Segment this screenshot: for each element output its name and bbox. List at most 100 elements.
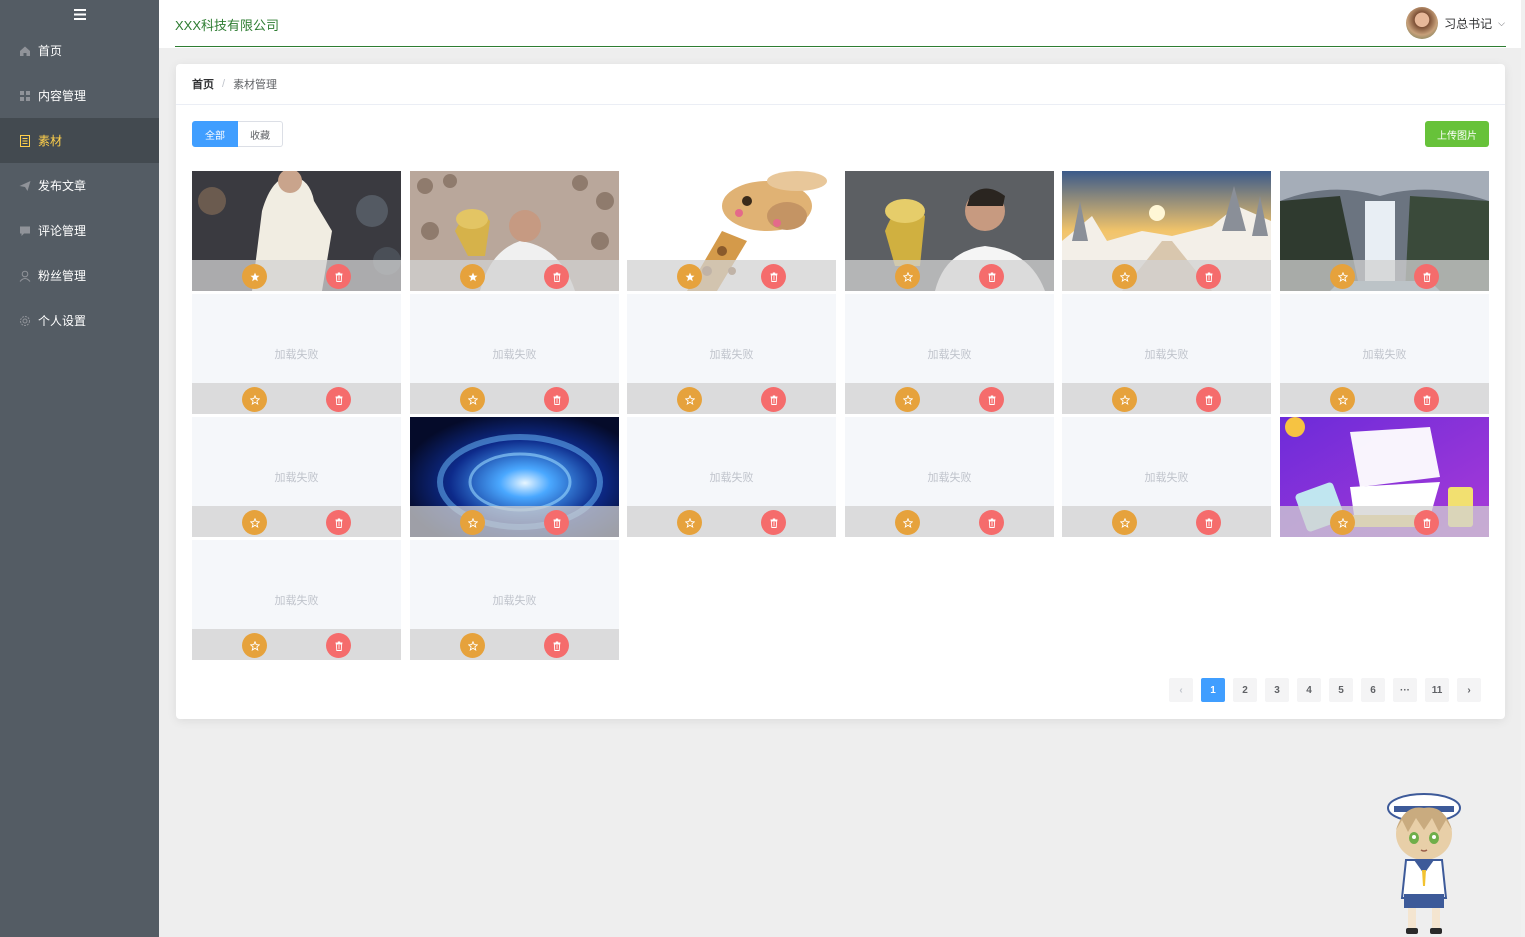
star-outline-icon[interactable] [1330, 510, 1355, 535]
send-icon [18, 179, 32, 193]
material-card-item [410, 171, 619, 291]
material-card-item [627, 171, 836, 291]
sidebar-item-2[interactable]: 素材 [0, 118, 159, 163]
star-filled-icon[interactable] [242, 264, 267, 289]
star-outline-icon[interactable] [677, 510, 702, 535]
prev-page-button[interactable]: ‹ [1169, 678, 1193, 702]
user-icon [18, 269, 32, 283]
setting-icon [18, 314, 32, 328]
delete-icon[interactable] [326, 510, 351, 535]
material-card-item: 加载失败 [192, 417, 401, 537]
material-actions-bar [410, 383, 619, 414]
delete-icon[interactable] [979, 387, 1004, 412]
delete-icon[interactable] [979, 264, 1004, 289]
star-outline-icon[interactable] [1112, 387, 1137, 412]
delete-icon[interactable] [544, 510, 569, 535]
page-number-button[interactable]: 5 [1329, 678, 1353, 702]
page-number-button[interactable]: 11 [1425, 678, 1449, 702]
delete-icon[interactable] [1196, 264, 1221, 289]
star-outline-icon[interactable] [242, 387, 267, 412]
delete-icon[interactable] [1196, 387, 1221, 412]
star-outline-icon[interactable] [1112, 264, 1137, 289]
page-number-button[interactable]: ··· [1393, 678, 1417, 702]
material-actions-bar [627, 383, 836, 414]
page-number-button[interactable]: 3 [1265, 678, 1289, 702]
material-actions-bar [1280, 260, 1489, 291]
page-scrollbar[interactable] [1521, 0, 1525, 937]
breadcrumb-home[interactable]: 首页 [192, 76, 214, 92]
sidebar-menu: 首页 内容管理 素材 发布文章评论管理粉丝管理 个人设置 [0, 28, 159, 343]
page-number-button[interactable]: 2 [1233, 678, 1257, 702]
material-card-item: 加载失败 [627, 294, 836, 414]
delete-icon[interactable] [1414, 387, 1439, 412]
delete-icon[interactable] [761, 387, 786, 412]
delete-icon[interactable] [326, 264, 351, 289]
delete-icon[interactable] [326, 387, 351, 412]
sidebar-item-4[interactable]: 评论管理 [0, 208, 159, 253]
filter-radio-group: 全部 收藏 [192, 121, 283, 147]
next-page-button[interactable]: › [1457, 678, 1481, 702]
user-dropdown[interactable]: 习总书记 ⌵ [1406, 7, 1505, 39]
image-load-failed-text: 加载失败 [492, 595, 537, 607]
material-actions-bar [845, 383, 1054, 414]
tab-collect[interactable]: 收藏 [238, 121, 283, 147]
page-number-button[interactable]: 4 [1297, 678, 1321, 702]
page-number-button[interactable]: 1 [1201, 678, 1225, 702]
star-outline-icon[interactable] [460, 510, 485, 535]
breadcrumb-current: 素材管理 [233, 79, 278, 91]
star-outline-icon[interactable] [242, 633, 267, 658]
delete-icon[interactable] [544, 387, 569, 412]
sidebar-item-6[interactable]: 个人设置 [0, 298, 159, 343]
material-actions-bar [192, 629, 401, 660]
material-card: 首页 / 素材管理 全部 收藏 上传图片 加载失败 加载失败 加载失败 加载失败 加载失… [176, 64, 1505, 719]
sidebar-item-3[interactable]: 发布文章 [0, 163, 159, 208]
material-actions-bar [192, 260, 401, 291]
image-load-failed-text: 加载失败 [709, 349, 754, 361]
star-outline-icon[interactable] [242, 510, 267, 535]
star-outline-icon[interactable] [1330, 387, 1355, 412]
menu-toggle-icon[interactable] [0, 0, 159, 28]
star-outline-icon[interactable] [895, 264, 920, 289]
image-load-failed-text: 加载失败 [927, 349, 972, 361]
image-load-failed-text: 加载失败 [1144, 349, 1189, 361]
star-outline-icon[interactable] [1112, 510, 1137, 535]
material-actions-bar [410, 506, 619, 537]
delete-icon[interactable] [761, 264, 786, 289]
delete-icon[interactable] [1196, 510, 1221, 535]
image-load-failed-text: 加载失败 [492, 349, 537, 361]
material-card-item: 加载失败 [192, 540, 401, 660]
grid-icon [18, 89, 32, 103]
delete-icon[interactable] [326, 633, 351, 658]
star-filled-icon[interactable] [677, 264, 702, 289]
material-card-item [192, 171, 401, 291]
star-outline-icon[interactable] [895, 510, 920, 535]
material-card-item: 加载失败 [192, 294, 401, 414]
star-outline-icon[interactable] [895, 387, 920, 412]
image-load-failed-text: 加载失败 [274, 595, 319, 607]
star-outline-icon[interactable] [460, 633, 485, 658]
delete-icon[interactable] [544, 264, 569, 289]
sidebar-item-0[interactable]: 首页 [0, 28, 159, 73]
star-outline-icon[interactable] [1330, 264, 1355, 289]
sidebar: 首页 内容管理 素材 发布文章评论管理粉丝管理 个人设置 [0, 0, 159, 937]
delete-icon[interactable] [1414, 264, 1439, 289]
image-load-failed-text: 加载失败 [1362, 349, 1407, 361]
upload-image-button[interactable]: 上传图片 [1425, 121, 1489, 147]
delete-icon[interactable] [979, 510, 1004, 535]
material-actions-bar [845, 260, 1054, 291]
star-filled-icon[interactable] [460, 264, 485, 289]
user-name: 习总书记 [1444, 16, 1493, 31]
star-outline-icon[interactable] [460, 387, 485, 412]
sidebar-item-label: 评论管理 [38, 224, 87, 238]
material-actions-bar [1062, 383, 1271, 414]
delete-icon[interactable] [761, 510, 786, 535]
page-number-button[interactable]: 6 [1361, 678, 1385, 702]
sidebar-item-1[interactable]: 内容管理 [0, 73, 159, 118]
delete-icon[interactable] [544, 633, 569, 658]
sidebar-item-5[interactable]: 粉丝管理 [0, 253, 159, 298]
tab-all[interactable]: 全部 [192, 121, 238, 147]
material-actions-bar [410, 260, 619, 291]
star-outline-icon[interactable] [677, 387, 702, 412]
material-actions-bar [192, 383, 401, 414]
delete-icon[interactable] [1414, 510, 1439, 535]
